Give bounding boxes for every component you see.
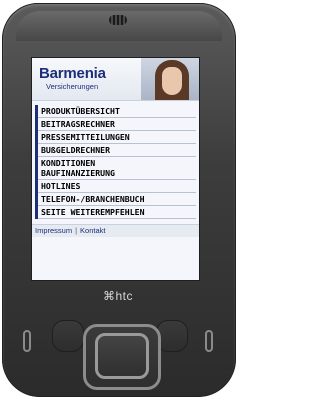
menu-item-bussgeldrechner[interactable]: BUßGELDRECHNER bbox=[38, 144, 196, 157]
menu-item-telefon-branchenbuch[interactable]: TELEFON-/BRANCHENBUCH bbox=[38, 193, 196, 206]
brand-subtitle: Versicherungen bbox=[46, 82, 99, 91]
header-banner: Barmenia Versicherungen bbox=[32, 58, 199, 101]
phone-screen: Barmenia Versicherungen PRODUKTÜBERSICHT… bbox=[31, 57, 200, 281]
dpad-center-button[interactable] bbox=[95, 333, 149, 379]
photo-face bbox=[162, 67, 182, 95]
speaker-grille bbox=[109, 15, 127, 25]
banner-photo bbox=[141, 58, 199, 100]
menu-item-produktuebersicht[interactable]: PRODUKTÜBERSICHT bbox=[38, 105, 196, 118]
right-side-button[interactable] bbox=[205, 330, 213, 352]
impressum-link[interactable]: Impressum bbox=[32, 226, 72, 235]
menu-item-beitragsrechner[interactable]: BEITRAGSRECHNER bbox=[38, 118, 196, 131]
main-menu: PRODUKTÜBERSICHT BEITRAGSRECHNER PRESSEM… bbox=[35, 105, 196, 219]
footer-separator: | bbox=[75, 226, 78, 235]
call-button[interactable] bbox=[52, 320, 84, 352]
menu-item-baufinanzierung[interactable]: BAUFINANZIERUNG bbox=[38, 168, 196, 180]
menu-item-seite-weiterempfehlen[interactable]: SEITE WEITEREMPFEHLEN bbox=[38, 206, 196, 219]
kontakt-link[interactable]: Kontakt bbox=[80, 226, 105, 235]
brand-logo[interactable]: Barmenia bbox=[39, 65, 106, 82]
menu-item-pressemitteilungen[interactable]: PRESSEMITTEILUNGEN bbox=[38, 131, 196, 144]
left-side-button[interactable] bbox=[23, 330, 31, 352]
menu-item-konditionen[interactable]: KONDITIONEN bbox=[38, 157, 196, 168]
footer-links: Impressum | Kontakt bbox=[32, 224, 199, 237]
menu-item-hotlines[interactable]: HOTLINES bbox=[38, 180, 196, 193]
htc-logo: ⌘htc bbox=[103, 289, 134, 303]
